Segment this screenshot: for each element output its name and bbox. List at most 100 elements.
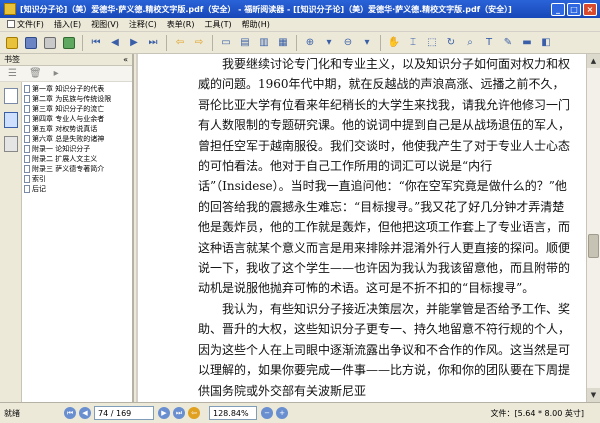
bookmark-item[interactable]: 后记 bbox=[24, 184, 132, 194]
email-icon[interactable] bbox=[61, 35, 77, 51]
last-page-icon[interactable]: ⏭ bbox=[145, 35, 161, 51]
hand-tool-icon[interactable]: ✋ bbox=[386, 35, 402, 51]
toolbar-separator bbox=[296, 34, 297, 51]
bookmark-item[interactable]: 附录一 论知识分子 bbox=[24, 144, 132, 154]
menu-bar: 文件(F) 插入(E) 视图(V) 注释(C) 表单(R) 工具(T) 帮助(H… bbox=[0, 18, 600, 32]
note-icon[interactable]: ✎ bbox=[500, 35, 516, 51]
toolbar-separator bbox=[166, 34, 167, 51]
prev-page-button[interactable]: ◀ bbox=[79, 407, 91, 419]
stamp-icon[interactable]: ◧ bbox=[538, 35, 554, 51]
delete-bookmark-icon[interactable]: 🗑 bbox=[29, 68, 42, 79]
bookmark-item[interactable]: 第六章 总是失败的诸神 bbox=[24, 134, 132, 144]
bookmark-item[interactable]: 第五章 对权势说真话 bbox=[24, 124, 132, 134]
menu-insert[interactable]: 插入(E) bbox=[49, 19, 86, 30]
snapshot-icon[interactable]: ⬚ bbox=[424, 35, 440, 51]
bookmark-page-icon bbox=[24, 155, 30, 163]
page-size-info: 文件：[5.64 * 8.00 英寸] bbox=[490, 408, 585, 418]
document-icon bbox=[7, 20, 15, 28]
paragraph: 我认为，有些知识分子接近决策层次，并能掌管是否给予工作、奖助、晋升的大权，这些知… bbox=[198, 301, 571, 398]
bookmark-item[interactable]: 附录三 萨义德专著简介 bbox=[24, 164, 132, 174]
bookmark-page-icon bbox=[24, 165, 30, 173]
bookmark-page-icon bbox=[24, 85, 30, 93]
menu-comment[interactable]: 注释(C) bbox=[124, 19, 162, 30]
typewriter-icon[interactable]: T bbox=[481, 35, 497, 51]
zoom-out-icon[interactable]: ⊖ bbox=[340, 35, 356, 51]
cover-icon[interactable]: ▦ bbox=[275, 35, 291, 51]
bookmark-page-icon bbox=[24, 145, 30, 153]
bookmarks-tab-icon[interactable] bbox=[3, 112, 18, 128]
next-page-icon[interactable]: ▶ bbox=[126, 35, 142, 51]
status-bar: 就绪 ⏮ ◀ 74 / 169 ▶ ⏭ ⇦ 128.84% − + 文件：[5.… bbox=[0, 402, 600, 423]
menu-form[interactable]: 表单(R) bbox=[162, 19, 200, 30]
toolbar-separator bbox=[82, 34, 83, 51]
search-icon[interactable]: ⌕ bbox=[462, 35, 478, 51]
bookmark-item[interactable]: 第四章 专业人与业余者 bbox=[24, 114, 132, 124]
zoom-in-icon[interactable]: ⊕ bbox=[302, 35, 318, 51]
continuous-icon[interactable]: ▤ bbox=[237, 35, 253, 51]
bookmark-list: 第一章 知识分子的代表 第二章 为民族与传统设限 第三章 知识分子的流亡 第四章… bbox=[24, 84, 132, 194]
menu-file[interactable]: 文件(F) bbox=[2, 19, 49, 30]
page-text: 我要继续讨论专门化和专业主义，以及知识分子如何面对权力和权威的问题。1960年代… bbox=[198, 54, 570, 401]
bookmark-tools: ☰ 🗑 ▸ bbox=[0, 66, 132, 82]
bookmark-page-icon bbox=[24, 95, 30, 103]
bookmark-item[interactable]: 第一章 知识分子的代表 bbox=[24, 84, 132, 94]
bookmark-page-icon bbox=[24, 185, 30, 193]
bookmark-page-icon bbox=[24, 175, 30, 183]
bookmark-page-icon bbox=[24, 115, 30, 123]
bookmark-panel-header: 书签 « bbox=[0, 54, 132, 66]
document-view[interactable]: 我要继续讨论专门化和专业主义，以及知识分子如何面对权力和权威的问题。1960年代… bbox=[138, 54, 586, 402]
collapse-panel-button[interactable]: « bbox=[123, 55, 128, 64]
select-text-icon[interactable]: ⌶ bbox=[405, 35, 421, 51]
menu-view[interactable]: 视图(V) bbox=[86, 19, 124, 30]
scroll-thumb[interactable] bbox=[588, 234, 599, 258]
scroll-down-arrow-icon[interactable]: ▼ bbox=[587, 388, 600, 402]
paragraph: 我要继续讨论专门化和专业主义，以及知识分子如何面对权力和权威的问题。1960年代… bbox=[198, 57, 571, 296]
panel-tabs bbox=[0, 82, 22, 402]
layers-tab-icon[interactable] bbox=[3, 136, 18, 152]
title-bar: [知识分子论]（美）爱德华·萨义德.精校文字版.pdf（安全） - 福昕阅读器 … bbox=[0, 0, 600, 18]
bookmark-page-icon bbox=[24, 125, 30, 133]
back-button[interactable]: ⇦ bbox=[188, 407, 200, 419]
next-page-button[interactable]: ▶ bbox=[158, 407, 170, 419]
single-page-icon[interactable]: ▭ bbox=[218, 35, 234, 51]
scroll-up-arrow-icon[interactable]: ▲ bbox=[587, 54, 600, 68]
bookmark-panel-title: 书签 bbox=[4, 55, 20, 64]
save-icon[interactable] bbox=[23, 35, 39, 51]
zoom-dropdown-icon[interactable]: ▾ bbox=[321, 35, 337, 51]
menu-help[interactable]: 帮助(H) bbox=[237, 19, 275, 30]
forward-icon[interactable]: ⇨ bbox=[191, 35, 207, 51]
open-icon[interactable] bbox=[4, 35, 20, 51]
vertical-scrollbar[interactable]: ▲ ▼ bbox=[586, 54, 600, 402]
first-page-button[interactable]: ⏮ bbox=[64, 407, 76, 419]
highlight-icon[interactable]: ▬ bbox=[519, 35, 535, 51]
bookmark-item[interactable]: 索引 bbox=[24, 174, 132, 184]
bookmark-page-icon bbox=[24, 135, 30, 143]
first-page-icon[interactable]: ⏮ bbox=[88, 35, 104, 51]
app-icon bbox=[4, 3, 16, 15]
toolbar-separator bbox=[212, 34, 213, 51]
print-icon[interactable] bbox=[42, 35, 58, 51]
prev-page-icon[interactable]: ◀ bbox=[107, 35, 123, 51]
bookmark-item[interactable]: 第三章 知识分子的流亡 bbox=[24, 104, 132, 114]
pages-tab-icon[interactable] bbox=[3, 88, 18, 104]
minimize-button[interactable]: _ bbox=[551, 2, 565, 16]
rotate-icon[interactable]: ↻ bbox=[443, 35, 459, 51]
page-number-field[interactable]: 74 / 169 bbox=[94, 406, 154, 420]
zoom-field[interactable]: 128.84% bbox=[209, 406, 257, 420]
toolbar-separator bbox=[380, 34, 381, 51]
bookmark-item[interactable]: 附录二 扩展人文主义 bbox=[24, 154, 132, 164]
back-icon[interactable]: ⇦ bbox=[172, 35, 188, 51]
maximize-button[interactable]: □ bbox=[567, 2, 581, 16]
bookmark-options-icon[interactable]: ☰ bbox=[8, 68, 17, 79]
bookmark-panel: 书签 « ☰ 🗑 ▸ 第一章 知识分子的代表 第二章 为民族与传统设限 第三章 … bbox=[0, 54, 134, 402]
last-page-button[interactable]: ⏭ bbox=[173, 407, 185, 419]
zoom-out-button[interactable]: − bbox=[261, 407, 273, 419]
facing-icon[interactable]: ▥ bbox=[256, 35, 272, 51]
zoom-in-button[interactable]: + bbox=[276, 407, 288, 419]
close-button[interactable]: × bbox=[583, 2, 597, 16]
menu-tools[interactable]: 工具(T) bbox=[200, 19, 237, 30]
window-title: [知识分子论]（美）爱德华·萨义德.精校文字版.pdf（安全） - 福昕阅读器 … bbox=[20, 4, 512, 14]
expand-bookmark-icon[interactable]: ▸ bbox=[54, 68, 59, 79]
bookmark-item[interactable]: 第二章 为民族与传统设限 bbox=[24, 94, 132, 104]
zoom-out-dropdown-icon[interactable]: ▾ bbox=[359, 35, 375, 51]
